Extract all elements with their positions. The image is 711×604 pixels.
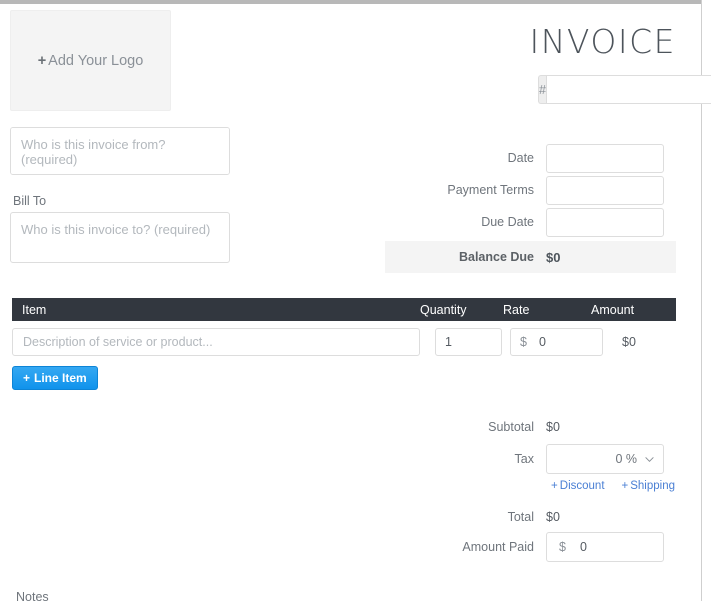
due-date-input[interactable] — [546, 207, 664, 237]
chevron-down-icon — [645, 456, 654, 462]
line-item-quantity-input[interactable] — [435, 328, 502, 356]
column-header-item: Item — [22, 302, 47, 317]
balance-due-label: Balance Due — [458, 250, 534, 264]
dollar-icon: $ — [559, 540, 566, 554]
add-line-item-button[interactable]: + Line Item — [12, 366, 98, 390]
plus-icon: + — [621, 480, 629, 492]
amount-paid-group: $ — [546, 532, 664, 562]
add-discount-link[interactable]: + Discount — [551, 480, 604, 492]
date-row: Date — [380, 142, 676, 174]
balance-due-row: Balance Due $0 — [385, 241, 676, 273]
amount-paid-label: Amount Paid — [462, 540, 534, 554]
payment-terms-input[interactable] — [546, 175, 664, 205]
add-logo-label: + Add Your Logo — [38, 53, 144, 69]
add-shipping-label: Shipping — [630, 480, 675, 492]
column-header-rate: Rate — [503, 302, 530, 317]
subtotal-value: $0 — [546, 420, 560, 434]
invoice-to-input[interactable] — [10, 212, 230, 263]
line-item-rate-group: $ — [510, 328, 603, 356]
amount-paid-row: Amount Paid $ — [380, 531, 676, 563]
plus-icon: + — [37, 52, 47, 69]
dollar-icon: $ — [520, 335, 527, 349]
tax-row: Tax 0 % — [380, 443, 676, 475]
add-discount-label: Discount — [559, 480, 605, 492]
tax-value: 0 % — [615, 452, 637, 466]
bill-to-label: Bill To — [13, 194, 47, 208]
add-logo-dropzone[interactable]: + Add Your Logo — [10, 10, 171, 111]
invoice-header-section: +Add Your Logo Bill To INVOICE # Date Pa… — [0, 4, 711, 284]
tax-select[interactable]: 0 % — [546, 444, 664, 474]
subtotal-row: Subtotal $0 — [380, 417, 676, 437]
payment-terms-label: Payment Terms — [447, 183, 534, 197]
hash-icon: # — [538, 75, 546, 104]
plus-icon: + — [551, 480, 558, 492]
total-label: Total — [507, 510, 534, 524]
invoice-number-input[interactable] — [545, 75, 711, 104]
date-input[interactable] — [546, 143, 664, 173]
add-logo-text: Add Your Logo — [48, 52, 144, 69]
line-item-amount-value: $0 — [622, 335, 636, 349]
add-line-item-label: Line Item — [34, 371, 87, 385]
page-title: INVOICE — [529, 22, 676, 61]
payment-terms-row: Payment Terms — [380, 174, 676, 206]
plus-icon: + — [23, 371, 31, 385]
due-date-label: Due Date — [481, 215, 534, 229]
line-item-rate-input[interactable] — [536, 334, 593, 350]
column-header-quantity: Quantity — [420, 302, 467, 317]
amount-paid-input[interactable] — [577, 539, 651, 555]
line-item-description-input[interactable] — [12, 328, 420, 356]
balance-due-value: $0 — [546, 249, 561, 265]
invoice-form: +Add Your Logo Bill To INVOICE # Date Pa… — [0, 4, 711, 604]
total-row: Total $0 — [380, 507, 676, 527]
due-date-row: Due Date — [380, 206, 676, 238]
line-items-section: Item Quantity Rate Amount $ $0 + Line It… — [0, 298, 690, 390]
notes-label: Notes — [16, 590, 49, 604]
add-shipping-link[interactable]: + Shipping — [622, 480, 675, 492]
line-items-header: Item Quantity Rate Amount — [12, 298, 676, 321]
tax-label: Tax — [514, 452, 534, 466]
column-header-amount: Amount — [591, 302, 635, 317]
adjustment-links: + Discount + Shipping — [380, 480, 676, 492]
date-label: Date — [507, 151, 534, 165]
invoice-number-group: # — [538, 75, 711, 104]
subtotal-label: Subtotal — [488, 420, 534, 434]
invoice-from-input[interactable] — [10, 127, 230, 175]
table-row: $ $0 — [12, 327, 676, 357]
total-value: $0 — [546, 510, 560, 524]
